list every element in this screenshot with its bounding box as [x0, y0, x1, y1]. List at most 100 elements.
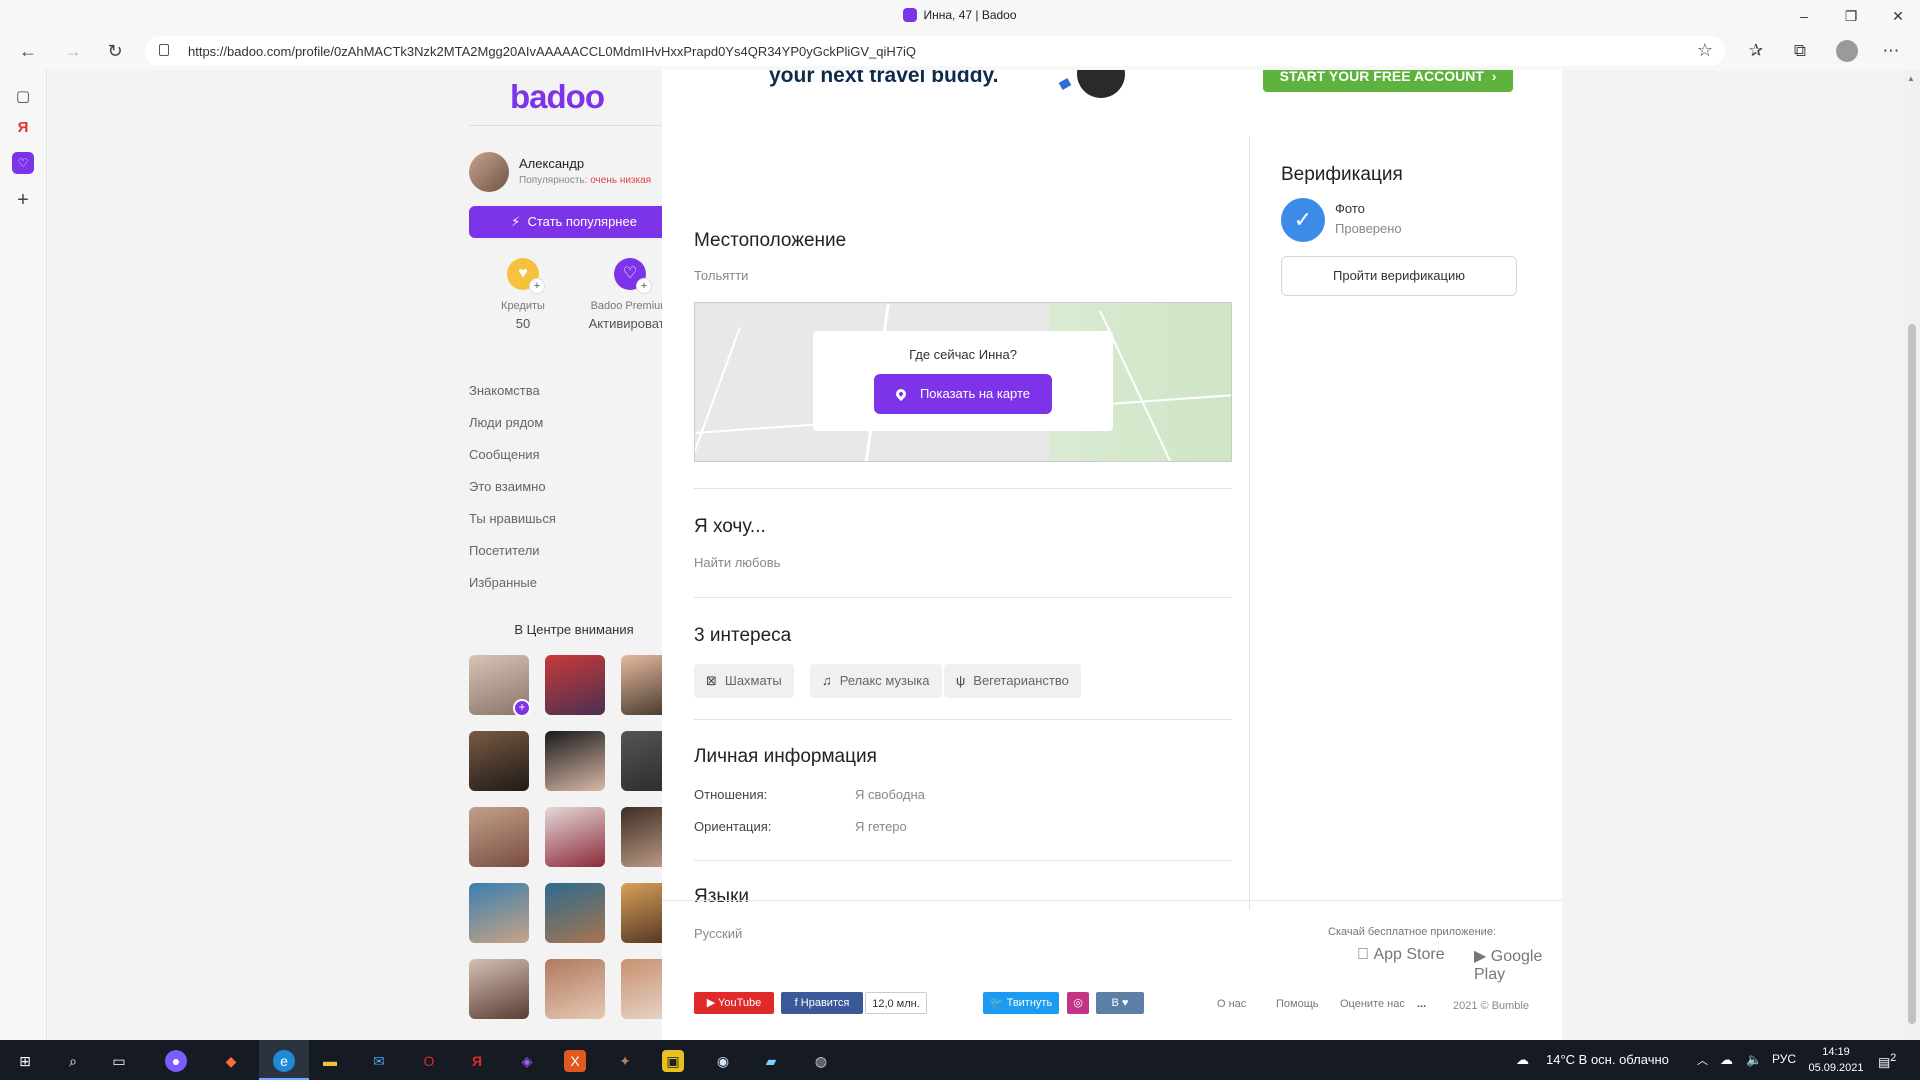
profile-avatar-icon[interactable]: [1836, 40, 1858, 62]
spotlight-photo[interactable]: [469, 959, 529, 1019]
alice-icon[interactable]: ●: [165, 1050, 187, 1072]
notifications-icon[interactable]: ▤2: [1878, 1052, 1896, 1070]
spotlight-photo[interactable]: [545, 655, 605, 715]
page-scrollbar[interactable]: ▲: [1904, 70, 1920, 1040]
yandex-browser-icon[interactable]: Я: [466, 1050, 488, 1072]
badoo-sidebar-icon[interactable]: ♡: [12, 152, 34, 174]
minimize-icon[interactable]: –: [1794, 6, 1814, 26]
favorites-icon[interactable]: ✰: [1745, 40, 1767, 62]
game-icon[interactable]: ✦: [614, 1050, 636, 1072]
add-icon[interactable]: +: [12, 189, 34, 211]
download-app-text: Скачай бесплатное приложение:: [1328, 926, 1496, 938]
collections-icon[interactable]: ⧉: [1789, 40, 1811, 62]
nav-item-favourites[interactable]: Избранные: [469, 575, 537, 590]
mail-icon[interactable]: ✉: [368, 1050, 390, 1072]
language-indicator[interactable]: РУС: [1772, 1052, 1796, 1066]
nav-item-people-nearby[interactable]: Люди рядом: [469, 415, 543, 430]
spotlight-photo[interactable]: [469, 883, 529, 943]
paint-icon[interactable]: ◍: [810, 1050, 832, 1072]
app-store-link[interactable]:  App Store: [1357, 946, 1445, 964]
notes-icon[interactable]: ▰: [760, 1050, 782, 1072]
nav-item-visitors[interactable]: Посетители: [469, 543, 540, 558]
search-icon[interactable]: ⌕: [62, 1050, 84, 1072]
spotlight-photo[interactable]: [545, 731, 605, 791]
footer-link-about[interactable]: О нас: [1217, 998, 1246, 1010]
interest-chip[interactable]: ψ Вегетарианство: [944, 664, 1081, 698]
copyright: 2021 © Bumble: [1453, 1000, 1529, 1012]
windows-taskbar: ⊞ ⌕ ▭ ● ◆ e ▬ ✉ O Я ◈ X ✦ ▣ ◉ ▰ ◍ ☁ 14°C…: [0, 1040, 1920, 1080]
steam-icon[interactable]: ◉: [712, 1050, 734, 1072]
volume-icon[interactable]: 🔈: [1746, 1052, 1762, 1068]
task-view-icon[interactable]: ▭: [108, 1050, 130, 1072]
location-map[interactable]: Где сейчас Инна? Показать на карте: [694, 302, 1232, 462]
nav-item-mutual[interactable]: Это взаимно: [469, 479, 546, 494]
start-free-account-button[interactable]: START YOUR FREE ACCOUNT ›: [1263, 70, 1513, 92]
spotlight-photo[interactable]: +: [469, 655, 531, 717]
app-icon[interactable]: ▣: [662, 1050, 684, 1072]
verified-check-icon: ✓: [1281, 198, 1325, 242]
onedrive-icon[interactable]: ☁: [1720, 1052, 1733, 1068]
want-value: Найти любовь: [694, 555, 781, 570]
relationship-value: Я свободна: [855, 787, 925, 802]
add-icon[interactable]: +: [513, 699, 531, 717]
url-text[interactable]: https://badoo.com/profile/0zAhMACTk3Nzk2…: [188, 44, 916, 59]
vk-button[interactable]: В ♥: [1096, 992, 1144, 1014]
divider: [694, 860, 1232, 861]
spotlight-photo[interactable]: [545, 883, 605, 943]
tweet-button[interactable]: 🐦 Твитнуть: [983, 992, 1059, 1014]
verify-button[interactable]: Пройти верификацию: [1281, 256, 1517, 296]
xc-icon[interactable]: X: [564, 1050, 586, 1072]
tabs-icon[interactable]: ▢: [12, 86, 34, 108]
show-on-map-button[interactable]: Показать на карте: [874, 374, 1052, 414]
interest-chip[interactable]: ⊠ Шахматы: [694, 664, 794, 698]
nav-item-liked-you[interactable]: Ты нравишься: [469, 511, 556, 526]
reload-icon[interactable]: ↻: [104, 40, 126, 62]
instagram-icon[interactable]: ◎: [1067, 992, 1089, 1014]
spotlight-photo[interactable]: [469, 731, 529, 791]
google-play-link[interactable]: ▶ Google Play: [1474, 946, 1562, 984]
footer-link-rate[interactable]: Оцените нас: [1340, 998, 1405, 1010]
credits-widget[interactable]: ♥ + Кредиты 50: [468, 258, 578, 331]
spotlight-photo[interactable]: [469, 807, 529, 867]
scroll-up-icon[interactable]: ▲: [1907, 74, 1915, 83]
browser-title-bar: Инна, 47 | Badoo – ❐ ✕: [0, 0, 1920, 32]
back-icon[interactable]: ←: [17, 40, 39, 62]
interest-chip[interactable]: ♫ Релакс музыка: [810, 664, 942, 698]
opera-icon[interactable]: O: [418, 1050, 440, 1072]
more-menu-icon[interactable]: ⋯: [1880, 40, 1902, 62]
badoo-logo[interactable]: badoo: [510, 78, 605, 116]
nav-item-messages[interactable]: Сообщения: [469, 447, 540, 462]
become-popular-button[interactable]: ⚡ Стать популярнее: [469, 206, 679, 238]
weather-text[interactable]: 14°C В осн. облачно: [1546, 1052, 1669, 1067]
user-name[interactable]: Александр: [519, 156, 584, 171]
weather-cloud-icon[interactable]: ☁: [1516, 1052, 1529, 1068]
firefox-icon[interactable]: ◆: [220, 1050, 242, 1072]
spotlight-photo[interactable]: [545, 959, 605, 1019]
verification-title: Верификация: [1281, 164, 1403, 185]
facebook-like-count: 12,0 млн.: [865, 992, 927, 1014]
nav-item-encounters[interactable]: Знакомства: [469, 383, 540, 398]
address-bar[interactable]: https://badoo.com/profile/0zAhMACTk3Nzk2…: [145, 36, 1725, 66]
spotlight-photo[interactable]: [545, 807, 605, 867]
tray-chevron-icon[interactable]: ︿: [1697, 1052, 1708, 1068]
spotlight-title: В Центре внимания: [514, 622, 634, 637]
yandex-icon[interactable]: Я: [12, 117, 34, 139]
close-window-icon[interactable]: ✕: [1888, 6, 1908, 26]
bookmark-star-icon[interactable]: ☆: [1697, 40, 1713, 61]
explorer-icon[interactable]: ▬: [319, 1050, 341, 1072]
banner-avatar: [1077, 70, 1125, 98]
clock[interactable]: 14:19 05.09.2021: [1806, 1044, 1866, 1076]
footer-more-icon[interactable]: ...: [1417, 998, 1426, 1010]
restore-icon[interactable]: ❐: [1841, 6, 1861, 26]
facebook-like-button[interactable]: f Нравится: [781, 992, 863, 1014]
music-note-icon: ♫: [822, 673, 832, 688]
forward-icon[interactable]: →: [62, 40, 84, 62]
scroll-thumb[interactable]: [1908, 324, 1916, 1024]
edge-icon[interactable]: e: [273, 1050, 295, 1072]
app-icon[interactable]: ◈: [516, 1050, 538, 1072]
user-avatar[interactable]: [469, 152, 509, 192]
windows-start-icon[interactable]: ⊞: [14, 1050, 36, 1072]
tab-title[interactable]: Инна, 47 | Badoo: [0, 8, 1920, 22]
youtube-button[interactable]: ▶ YouTube: [694, 992, 774, 1014]
footer-link-help[interactable]: Помощь: [1276, 998, 1319, 1010]
